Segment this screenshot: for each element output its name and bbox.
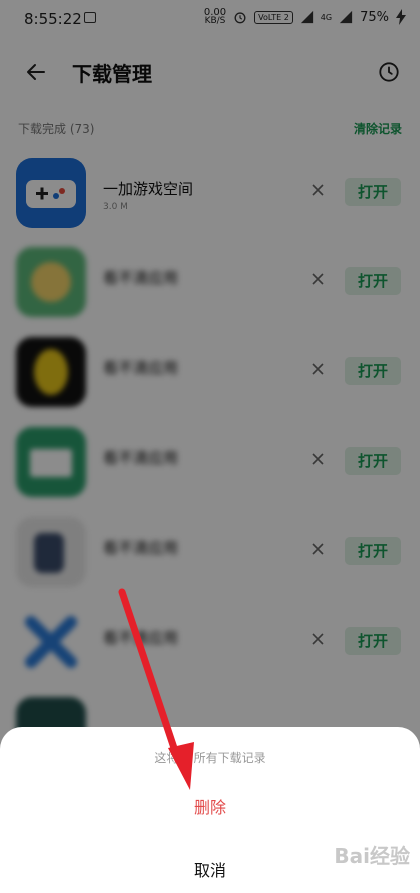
delete-button[interactable]: 删除	[0, 794, 420, 818]
confirm-message: 这将··· 所有下载记录	[154, 751, 266, 765]
watermark-logo: Bai经验	[334, 844, 410, 868]
download-manager-page: 8:55:22 0.00 KB/S VoLTE 2 4G 75% 下载管理 下载…	[0, 0, 420, 893]
